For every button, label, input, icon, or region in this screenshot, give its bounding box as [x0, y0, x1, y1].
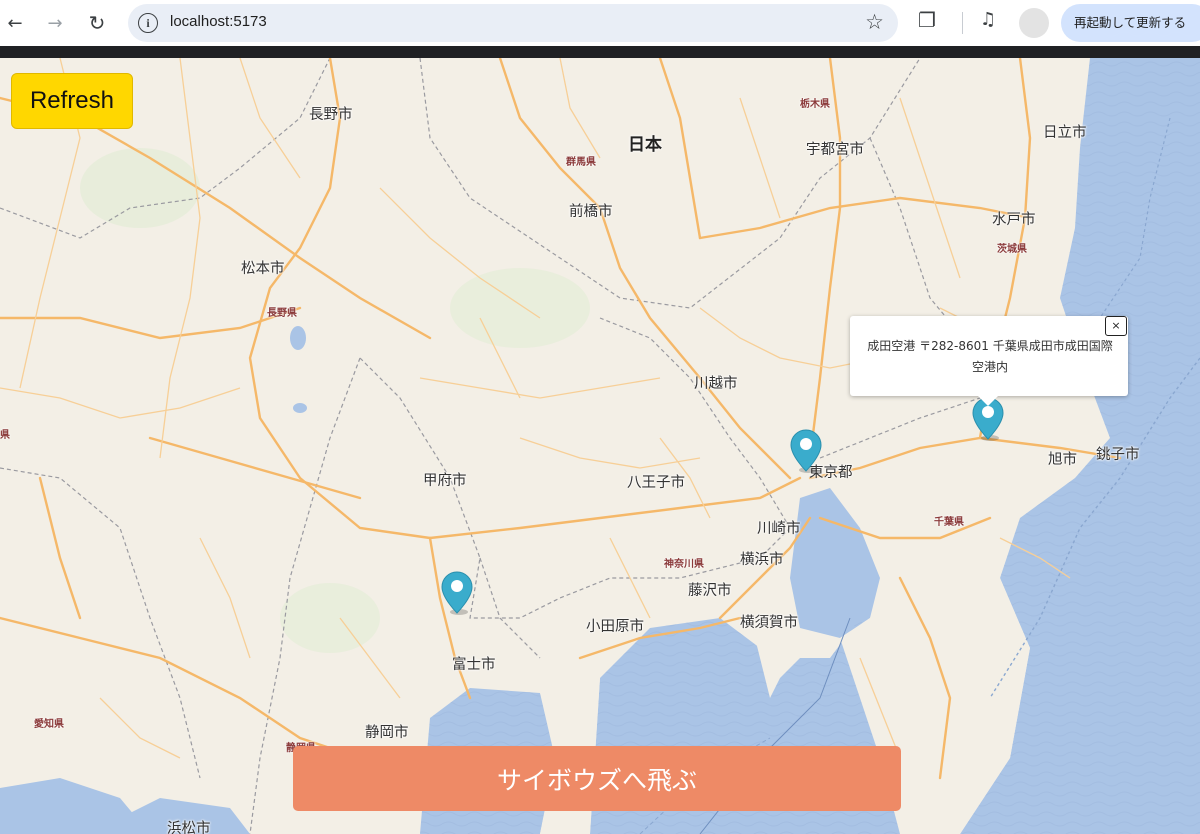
city-label: 銚子市 — [1096, 447, 1140, 463]
toolbar-divider — [962, 12, 963, 34]
map-marker-pin-icon[interactable] — [790, 429, 822, 473]
info-icon[interactable]: i — [138, 13, 158, 33]
city-label: 前橋市 — [569, 204, 613, 220]
popup-close-button[interactable]: × — [1105, 316, 1127, 336]
popup-address-text: 成田空港 〒282-8601 千葉県成田市成田国際空港内 — [867, 339, 1113, 374]
marker-popup: 成田空港 〒282-8601 千葉県成田市成田国際空港内 × — [850, 316, 1128, 406]
prefecture-label: 県 — [0, 430, 10, 441]
prefecture-label: 神奈川県 — [664, 559, 704, 570]
city-label: 宇都宮市 — [806, 142, 864, 158]
city-label: 富士市 — [452, 657, 496, 673]
prefecture-label: 千葉県 — [934, 517, 964, 528]
city-label: 静岡市 — [365, 725, 409, 741]
country-label: 日本 — [628, 135, 662, 155]
map-view[interactable]: 日本 長野市 宇都宮市 日立市 前橋市 水戸市 松本市 川越市 甲府市 八王子市… — [0, 58, 1200, 834]
prefecture-label: 愛知県 — [34, 719, 64, 730]
url-text[interactable]: localhost:5173 — [170, 13, 267, 30]
avatar[interactable] — [1019, 8, 1049, 38]
city-label: 川越市 — [694, 376, 738, 392]
jump-to-cybozu-button[interactable]: サイボウズへ飛ぶ — [293, 746, 901, 811]
puzzle-icon[interactable]: ❐ — [918, 8, 936, 32]
city-label: 川崎市 — [757, 521, 801, 537]
bookmark-star-icon[interactable]: ☆ — [865, 10, 884, 34]
map-marker-pin-icon[interactable] — [441, 571, 473, 615]
media-queue-icon[interactable]: ♫ — [980, 9, 996, 30]
refresh-button[interactable]: Refresh — [11, 73, 133, 129]
reload-icon[interactable]: ↻ — [82, 8, 112, 38]
city-label: 水戸市 — [992, 212, 1036, 228]
city-label: 横浜市 — [740, 552, 784, 568]
city-label: 日立市 — [1043, 125, 1087, 141]
city-label: 藤沢市 — [688, 583, 732, 599]
prefecture-label: 長野県 — [267, 308, 297, 319]
city-label: 長野市 — [309, 107, 353, 123]
browser-bottom-bar — [0, 46, 1200, 58]
map-tiles — [0, 58, 1200, 834]
forward-arrow-icon[interactable]: → — [40, 8, 70, 38]
prefecture-label: 群馬県 — [566, 157, 596, 168]
address-bar[interactable]: i localhost:5173 ☆ — [128, 4, 898, 42]
prefecture-label: 茨城県 — [997, 244, 1027, 255]
city-label: 浜松市 — [167, 821, 211, 834]
city-label: 横須賀市 — [740, 615, 798, 631]
back-arrow-icon[interactable]: ← — [0, 8, 30, 38]
city-label: 甲府市 — [423, 473, 467, 489]
browser-toolbar: ← → ↻ i localhost:5173 ☆ ❐ ♫ 再起動して更新する — [0, 0, 1200, 46]
city-label: 旭市 — [1048, 452, 1077, 468]
city-label: 松本市 — [241, 261, 285, 277]
city-label: 八王子市 — [627, 475, 685, 491]
prefecture-label: 栃木県 — [800, 99, 830, 110]
update-button[interactable]: 再起動して更新する — [1061, 4, 1200, 42]
city-label: 小田原市 — [586, 619, 644, 635]
